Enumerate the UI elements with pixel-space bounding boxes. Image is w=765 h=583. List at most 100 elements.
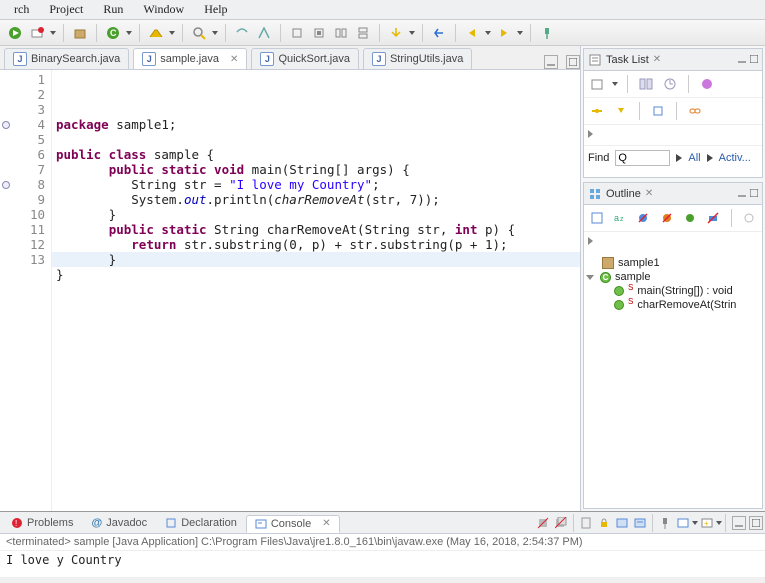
- sync-button[interactable]: [649, 102, 667, 120]
- dropdown-icon[interactable]: [409, 31, 415, 35]
- maximize-bottom-icon[interactable]: [749, 516, 763, 530]
- next-ann-button[interactable]: [387, 24, 405, 42]
- pin-button[interactable]: [538, 24, 556, 42]
- java-file-icon: J: [142, 52, 156, 66]
- code-editor[interactable]: 1 2 3 4 5 6 7 8 9 10 11 12 13 package sa…: [0, 70, 580, 511]
- hide-fields-button[interactable]: [635, 209, 652, 227]
- run-button[interactable]: [6, 24, 24, 42]
- step4-button[interactable]: [354, 24, 372, 42]
- tab-problems[interactable]: !Problems: [2, 514, 82, 532]
- focus-button[interactable]: [698, 75, 716, 93]
- hide-nonpublic-button[interactable]: [681, 209, 698, 227]
- dropdown-icon[interactable]: [485, 31, 491, 35]
- dropdown-icon[interactable]: [126, 31, 132, 35]
- menu-project[interactable]: Project: [49, 2, 83, 17]
- link-outline-button[interactable]: [741, 209, 758, 227]
- run-config-button[interactable]: [28, 24, 46, 42]
- dropdown-icon[interactable]: [517, 31, 523, 35]
- tab-javadoc[interactable]: @Javadoc: [82, 514, 156, 532]
- scroll-lock-button[interactable]: [595, 514, 613, 532]
- word-wrap-button[interactable]: [613, 514, 631, 532]
- dropdown-icon[interactable]: [50, 31, 56, 35]
- outline-method-row[interactable]: S main(String[]) : void: [586, 284, 760, 298]
- annotation-button[interactable]: [255, 24, 273, 42]
- code-area[interactable]: package sample1; public class sample { p…: [52, 70, 580, 511]
- tab-binarysearch[interactable]: JBinarySearch.java: [4, 48, 129, 69]
- fold-marker-icon[interactable]: [0, 177, 12, 192]
- terminate-button[interactable]: [534, 514, 552, 532]
- menu-search[interactable]: rch: [14, 2, 29, 17]
- minimize-editor-icon[interactable]: [544, 55, 558, 69]
- separator: [725, 514, 726, 532]
- menu-window[interactable]: Window: [143, 2, 184, 17]
- menu-run[interactable]: Run: [103, 2, 123, 17]
- tab-stringutils[interactable]: JStringUtils.java: [363, 48, 472, 69]
- separator: [379, 24, 380, 42]
- close-icon[interactable]: ✕: [645, 188, 653, 199]
- line-number: 10: [12, 207, 45, 222]
- tab-declaration[interactable]: Declaration: [156, 514, 246, 532]
- schedule-button[interactable]: [661, 75, 679, 93]
- play-icon[interactable]: [707, 154, 713, 162]
- search-button[interactable]: [190, 24, 208, 42]
- filter-button[interactable]: [588, 102, 606, 120]
- open-type-button[interactable]: [147, 24, 165, 42]
- find-input[interactable]: [615, 150, 670, 166]
- all-link[interactable]: All: [688, 152, 700, 164]
- dropdown-icon[interactable]: [169, 31, 175, 35]
- code-text: package sample1; public class sample { p…: [56, 117, 576, 297]
- remove-launch-button[interactable]: [552, 514, 570, 532]
- forward-button[interactable]: [495, 24, 513, 42]
- toggle-mark-button[interactable]: [233, 24, 251, 42]
- dropdown-icon[interactable]: [612, 82, 618, 86]
- step3-button[interactable]: [332, 24, 350, 42]
- tab-quicksort[interactable]: JQuickSort.java: [251, 48, 359, 69]
- sort-button[interactable]: az: [611, 209, 628, 227]
- close-icon[interactable]: ✕: [653, 54, 661, 65]
- hide-local-button[interactable]: [704, 209, 721, 227]
- minimize-panel-icon[interactable]: [738, 54, 746, 66]
- expand-icon[interactable]: [588, 237, 596, 245]
- expand-icon[interactable]: [588, 130, 596, 138]
- step-button[interactable]: [288, 24, 306, 42]
- new-task-button[interactable]: [588, 75, 606, 93]
- dropdown-icon[interactable]: [212, 31, 218, 35]
- prev-edit-button[interactable]: [430, 24, 448, 42]
- close-tab-icon[interactable]: ✕: [322, 518, 330, 529]
- separator: [627, 75, 628, 93]
- fold-marker-icon[interactable]: [0, 117, 12, 132]
- new-class-button[interactable]: C: [104, 24, 122, 42]
- collapse-button[interactable]: [612, 102, 630, 120]
- menu-help[interactable]: Help: [204, 2, 227, 17]
- console-output[interactable]: I love y Country: [0, 551, 765, 577]
- dropdown-icon[interactable]: [716, 521, 722, 525]
- tab-sample[interactable]: Jsample.java ✕: [133, 48, 247, 69]
- chevron-down-icon[interactable]: [586, 275, 594, 280]
- link-button[interactable]: [686, 102, 704, 120]
- outline-class-row[interactable]: C sample: [586, 270, 760, 284]
- open-console-button[interactable]: +: [698, 514, 716, 532]
- new-package-button[interactable]: [71, 24, 89, 42]
- minimize-panel-icon[interactable]: [738, 188, 746, 200]
- maximize-editor-icon[interactable]: [566, 55, 580, 69]
- close-tab-icon[interactable]: ✕: [230, 54, 238, 65]
- outline-method-row[interactable]: S charRemoveAt(Strin: [586, 298, 760, 312]
- minimize-bottom-icon[interactable]: [732, 516, 746, 530]
- hide-static-button[interactable]: [658, 209, 675, 227]
- back-button[interactable]: [463, 24, 481, 42]
- svg-text:!: !: [15, 519, 17, 528]
- tab-console[interactable]: Console ✕: [246, 515, 340, 533]
- categorize-button[interactable]: [637, 75, 655, 93]
- clear-console-button[interactable]: [577, 514, 595, 532]
- step2-button[interactable]: [310, 24, 328, 42]
- activate-link[interactable]: Activ...: [719, 152, 751, 164]
- tab-label: StringUtils.java: [390, 53, 463, 65]
- outline-package-row[interactable]: sample1: [586, 256, 760, 270]
- maximize-panel-icon[interactable]: [750, 54, 758, 66]
- display-selected-button[interactable]: [674, 514, 692, 532]
- show-console-button[interactable]: [631, 514, 649, 532]
- maximize-panel-icon[interactable]: [750, 188, 758, 200]
- focus-outline-button[interactable]: [588, 209, 605, 227]
- play-icon[interactable]: [676, 154, 682, 162]
- pin-console-button[interactable]: [656, 514, 674, 532]
